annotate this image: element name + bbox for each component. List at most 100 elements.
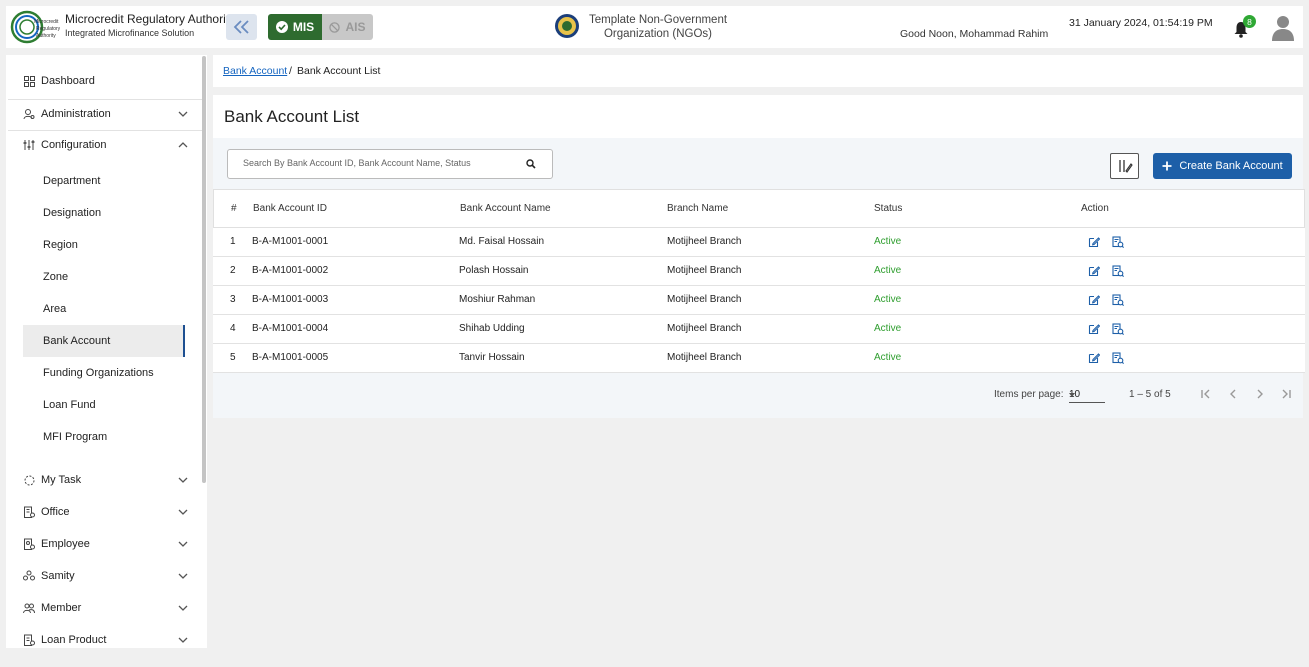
cell-number: 5 bbox=[230, 352, 236, 363]
top-header: Microcredit Regulatory Authority Microcr… bbox=[6, 6, 1303, 48]
cell-branch-name: Motijheel Branch bbox=[667, 236, 742, 247]
page-range: 1 – 5 of 5 bbox=[1129, 389, 1171, 400]
current-datetime: 31 January 2024, 01:54:19 PM bbox=[1069, 17, 1213, 29]
pagination: Items per page: 10 1 – 5 of 5 bbox=[213, 375, 1303, 415]
mis-module-button[interactable]: MIS bbox=[268, 14, 322, 40]
cell-bank-account-id: B-A-M1001-0002 bbox=[252, 265, 329, 276]
loan-product-icon bbox=[22, 633, 36, 647]
breadcrumb-separator: / bbox=[289, 65, 292, 77]
create-bank-account-button[interactable]: Create Bank Account bbox=[1153, 153, 1292, 179]
edit-icon[interactable] bbox=[1088, 265, 1101, 277]
items-per-page-select[interactable]: 10 bbox=[1069, 387, 1105, 403]
create-button-label: Create Bank Account bbox=[1179, 160, 1283, 172]
ais-label: AIS bbox=[345, 20, 366, 34]
view-details-icon[interactable] bbox=[1112, 323, 1124, 335]
mra-logo: Microcredit Regulatory Authority bbox=[10, 10, 60, 44]
cell-status: Active bbox=[874, 294, 902, 305]
sidebar-item-dashboard[interactable]: Dashboard bbox=[8, 67, 188, 95]
svg-text:Regulatory: Regulatory bbox=[36, 26, 60, 32]
edit-icon[interactable] bbox=[1088, 352, 1101, 364]
sidebar-item-loan-product[interactable]: Loan Product bbox=[8, 626, 188, 648]
cell-bank-account-id: B-A-M1001-0003 bbox=[252, 294, 329, 305]
employee-icon bbox=[22, 537, 36, 551]
edit-icon[interactable] bbox=[1088, 236, 1101, 248]
sidebar-subitem-region[interactable]: Region bbox=[23, 229, 185, 261]
chevron-down-icon bbox=[178, 541, 188, 547]
block-icon bbox=[329, 21, 341, 33]
sidebar-item-configuration[interactable]: Configuration bbox=[8, 131, 188, 159]
cell-number: 2 bbox=[230, 265, 236, 276]
table-row: 1 B-A-M1001-0001 Md. Faisal Hossain Motijhe… bbox=[213, 228, 1305, 257]
notification-badge: 8 bbox=[1243, 15, 1256, 28]
search-input[interactable] bbox=[243, 158, 523, 168]
previous-page-icon[interactable] bbox=[1227, 388, 1239, 400]
sidebar-subitem-mfi-program[interactable]: MFI Program bbox=[23, 421, 185, 453]
ais-module-button[interactable]: AIS bbox=[322, 14, 373, 40]
next-page-icon[interactable] bbox=[1254, 388, 1266, 400]
collapse-sidebar-button[interactable] bbox=[226, 14, 257, 40]
breadcrumb-link-bank-account[interactable]: Bank Account bbox=[223, 65, 287, 77]
sidebar-scrollbar[interactable] bbox=[202, 56, 206, 483]
cell-number: 4 bbox=[230, 323, 236, 334]
sidebar-subitem-loan-fund[interactable]: Loan Fund bbox=[23, 389, 185, 421]
column-settings-button[interactable] bbox=[1110, 153, 1139, 179]
sidebar-label: Loan Product bbox=[41, 634, 107, 646]
sidebar-subitem-department[interactable]: Department bbox=[23, 165, 185, 197]
sidebar-subitem-area[interactable]: Area bbox=[23, 293, 185, 325]
check-circle-icon bbox=[275, 21, 288, 33]
cell-status: Active bbox=[874, 323, 902, 334]
sidebar-label: Employee bbox=[41, 538, 90, 550]
column-header-number: # bbox=[231, 203, 237, 214]
view-details-icon[interactable] bbox=[1112, 294, 1124, 306]
user-avatar-icon[interactable] bbox=[1271, 14, 1295, 42]
edit-icon[interactable] bbox=[1088, 294, 1101, 306]
chevron-down-icon bbox=[178, 605, 188, 611]
last-page-icon[interactable] bbox=[1280, 388, 1292, 400]
sidebar-label: My Task bbox=[41, 474, 82, 486]
column-header-action: Action bbox=[1081, 203, 1109, 214]
column-header-bank-account-name: Bank Account Name bbox=[460, 203, 551, 214]
cell-status: Active bbox=[874, 352, 902, 363]
table-row: 2 B-A-M1001-0002 Polash Hossain Motijheel B… bbox=[213, 257, 1305, 286]
app-title: Microcredit Regulatory Authority bbox=[65, 12, 236, 26]
table-row: 3 B-A-M1001-0003 Moshiur Rahman Motijheel B… bbox=[213, 286, 1305, 315]
edit-icon[interactable] bbox=[1088, 323, 1101, 335]
search-icon[interactable] bbox=[526, 159, 536, 169]
group-icon bbox=[22, 569, 36, 583]
members-icon bbox=[22, 601, 36, 615]
grid-icon bbox=[22, 74, 36, 88]
sidebar-item-samity[interactable]: Samity bbox=[8, 562, 188, 590]
sidebar-subitem-designation[interactable]: Designation bbox=[23, 197, 185, 229]
chevron-down-icon bbox=[178, 573, 188, 579]
sidebar-item-administration[interactable]: Administration bbox=[8, 100, 188, 128]
cell-bank-account-name: Md. Faisal Hossain bbox=[459, 236, 545, 247]
double-chevron-left-icon bbox=[233, 20, 249, 34]
view-details-icon[interactable] bbox=[1112, 236, 1124, 248]
sidebar-subitem-bank-account[interactable]: Bank Account bbox=[23, 325, 185, 357]
cell-bank-account-id: B-A-M1001-0001 bbox=[252, 236, 329, 247]
items-per-page-label: Items per page: bbox=[994, 389, 1064, 400]
sidebar-subitem-funding-organizations[interactable]: Funding Organizations bbox=[23, 357, 185, 389]
sidebar-label: Dashboard bbox=[41, 75, 95, 87]
sidebar-label: Member bbox=[41, 602, 82, 614]
cell-branch-name: Motijheel Branch bbox=[667, 323, 742, 334]
sidebar-label: Samity bbox=[41, 570, 75, 582]
panel-header: Bank Account List bbox=[213, 95, 1303, 138]
app-subtitle: Integrated Microfinance Solution bbox=[65, 28, 195, 38]
loading-circle-icon bbox=[22, 473, 36, 487]
breadcrumb: Bank Account / Bank Account List bbox=[213, 55, 1303, 87]
sidebar-subitem-zone[interactable]: Zone bbox=[23, 261, 185, 293]
sidebar-label: Configuration bbox=[41, 139, 107, 151]
sidebar-item-my-task[interactable]: My Task bbox=[8, 466, 188, 494]
column-edit-icon bbox=[1118, 160, 1133, 173]
sidebar-item-employee[interactable]: Employee bbox=[8, 530, 188, 558]
sidebar-item-member[interactable]: Member bbox=[8, 594, 188, 622]
government-emblem-icon bbox=[555, 14, 579, 38]
sidebar-item-office[interactable]: Office bbox=[8, 498, 188, 526]
column-header-branch-name: Branch Name bbox=[667, 203, 729, 214]
plus-icon bbox=[1162, 161, 1172, 171]
sidebar: Dashboard Administration Configuration D… bbox=[6, 55, 207, 648]
view-details-icon[interactable] bbox=[1112, 265, 1124, 277]
first-page-icon[interactable] bbox=[1200, 388, 1212, 400]
view-details-icon[interactable] bbox=[1112, 352, 1124, 364]
